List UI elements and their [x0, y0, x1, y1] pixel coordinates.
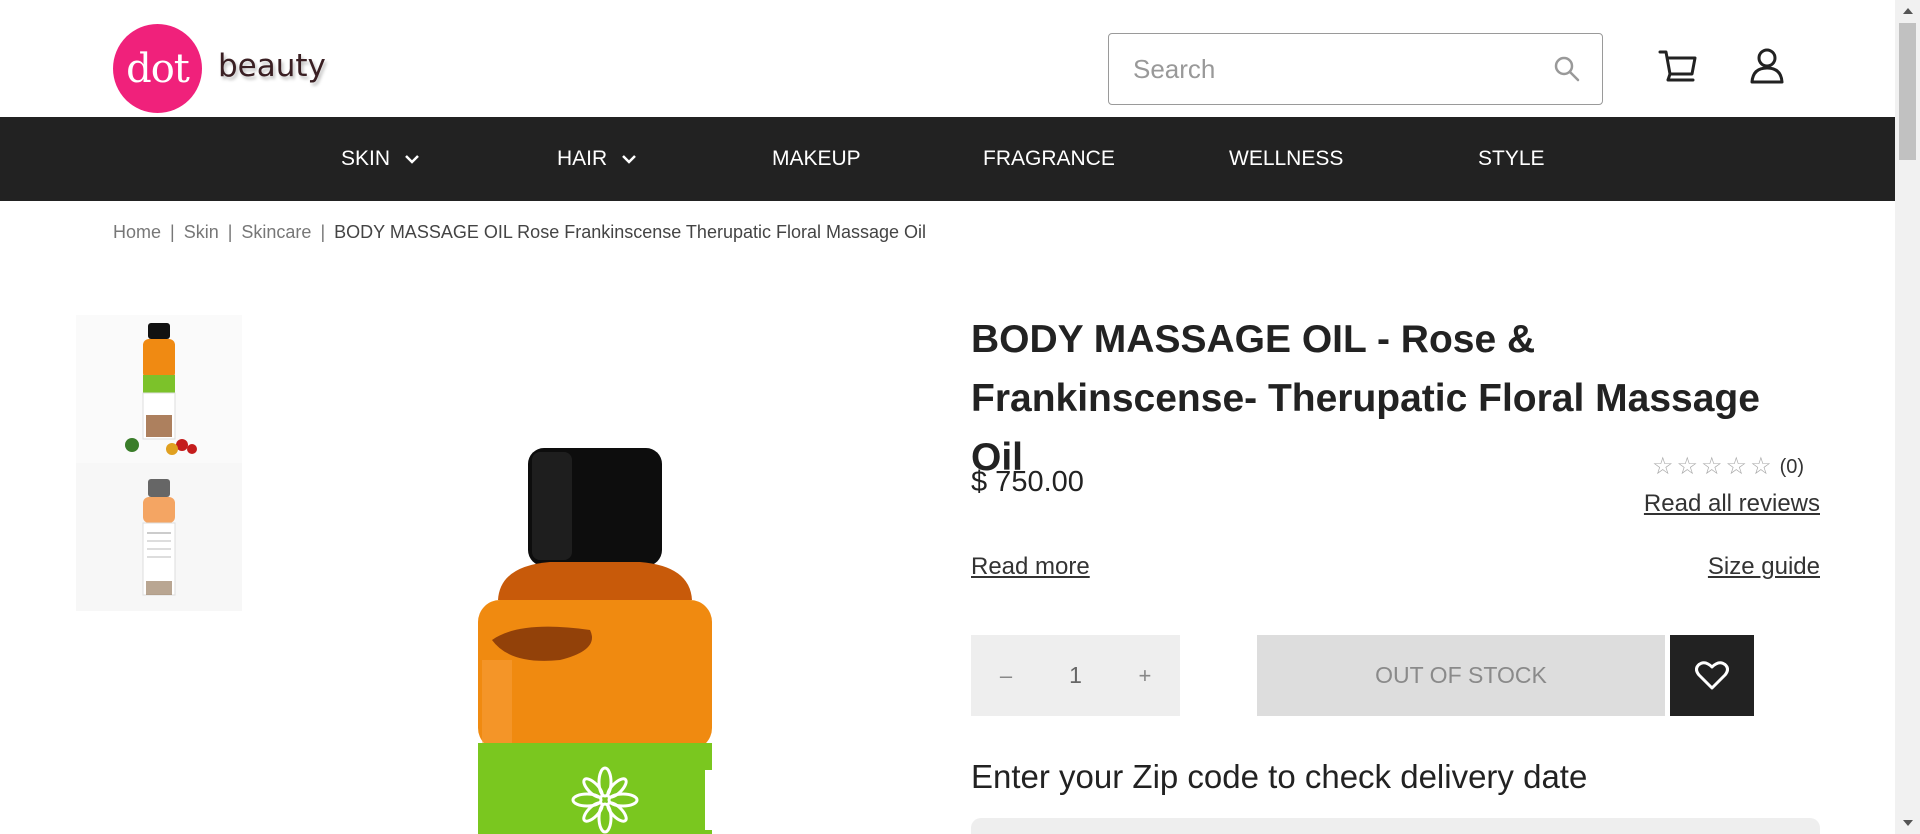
main-nav: SKIN HAIR MAKEUP FRAGRANCE WELLNESS STYL…	[0, 117, 1895, 201]
nav-item-label: FRAGRANCE	[983, 147, 1115, 170]
breadcrumb-separator: |	[227, 222, 233, 242]
scrollbar-thumb[interactable]	[1899, 23, 1916, 160]
quantity-stepper: – 1 +	[971, 635, 1180, 716]
quantity-decrease-button[interactable]: –	[971, 663, 1041, 689]
product-thumbnail-image	[142, 479, 176, 596]
read-all-reviews-link[interactable]: Read all reviews	[1640, 490, 1820, 518]
chevron-down-icon	[621, 154, 637, 164]
chevron-down-icon	[404, 154, 420, 164]
product-thumbnail-image	[125, 323, 197, 455]
search-button[interactable]	[1532, 34, 1602, 104]
scroll-down-arrow[interactable]	[1895, 812, 1920, 834]
product-rating: ☆ ☆ ☆ ☆ ☆ (0)	[1652, 455, 1804, 479]
product-bottle-image	[478, 448, 712, 834]
breadcrumb-skin[interactable]: Skin	[184, 222, 219, 243]
site-header: dot beauty	[0, 0, 1895, 117]
nav-item-label: STYLE	[1478, 147, 1545, 170]
out-of-stock-button[interactable]: OUT OF STOCK	[1257, 635, 1665, 716]
breadcrumb-separator: |	[170, 222, 175, 242]
nav-item-wellness[interactable]: WELLNESS	[1229, 117, 1343, 201]
read-more-link[interactable]: Read more	[971, 553, 1090, 581]
nav-item-label: HAIR	[557, 147, 608, 170]
breadcrumb-separator: |	[320, 222, 326, 242]
quantity-value[interactable]: 1	[1069, 662, 1082, 689]
zip-code-input[interactable]	[971, 818, 1820, 834]
rating-count: (0)	[1779, 455, 1805, 478]
breadcrumb: Home | Skin | Skincare | BODY MASSAGE OI…	[113, 222, 926, 243]
nav-item-hair[interactable]: HAIR	[557, 117, 637, 201]
nav-item-makeup[interactable]: MAKEUP	[772, 117, 861, 201]
cart-icon	[1658, 50, 1697, 82]
star-icon: ☆	[1676, 453, 1699, 480]
wishlist-button[interactable]	[1670, 635, 1754, 716]
breadcrumb-home[interactable]: Home	[113, 222, 161, 243]
star-icon: ☆	[1701, 453, 1723, 480]
breadcrumb-current: BODY MASSAGE OIL Rose Frankinscense Ther…	[334, 222, 927, 242]
size-guide-link[interactable]: Size guide	[1660, 553, 1820, 581]
logo-mark: dot	[113, 24, 202, 113]
cart-button[interactable]	[1656, 44, 1700, 88]
nav-item-skin[interactable]: SKIN	[341, 117, 420, 201]
product-thumbnail-1[interactable]	[76, 315, 242, 463]
product-main-image[interactable]	[260, 300, 920, 834]
star-icon: ☆	[1725, 453, 1748, 480]
rating-stars: ☆ ☆ ☆ ☆ ☆	[1652, 455, 1772, 479]
product-price: $ 750.00	[971, 466, 1084, 498]
product-thumbnail-2[interactable]	[76, 463, 242, 611]
search-icon	[1554, 56, 1580, 82]
account-button[interactable]	[1745, 44, 1789, 88]
search-box	[1108, 33, 1603, 105]
user-icon	[1750, 48, 1784, 84]
search-input[interactable]	[1109, 34, 1532, 104]
star-icon: ☆	[1750, 453, 1772, 480]
nav-item-label: WELLNESS	[1229, 147, 1344, 170]
breadcrumb-skincare[interactable]: Skincare	[241, 222, 311, 243]
nav-item-style[interactable]: STYLE	[1478, 117, 1545, 201]
scroll-up-arrow[interactable]	[1895, 0, 1920, 22]
heart-icon	[1695, 660, 1729, 689]
page-scrollbar[interactable]	[1895, 0, 1920, 834]
nav-item-label: MAKEUP	[772, 147, 861, 170]
site-logo[interactable]: dot beauty	[113, 24, 326, 113]
quantity-increase-button[interactable]: +	[1110, 663, 1180, 689]
nav-item-fragrance[interactable]: FRAGRANCE	[983, 117, 1115, 201]
zip-code-heading: Enter your Zip code to check delivery da…	[971, 758, 1588, 795]
nav-item-label: SKIN	[341, 147, 391, 170]
logo-text: beauty	[218, 47, 326, 84]
star-icon: ☆	[1652, 453, 1674, 480]
